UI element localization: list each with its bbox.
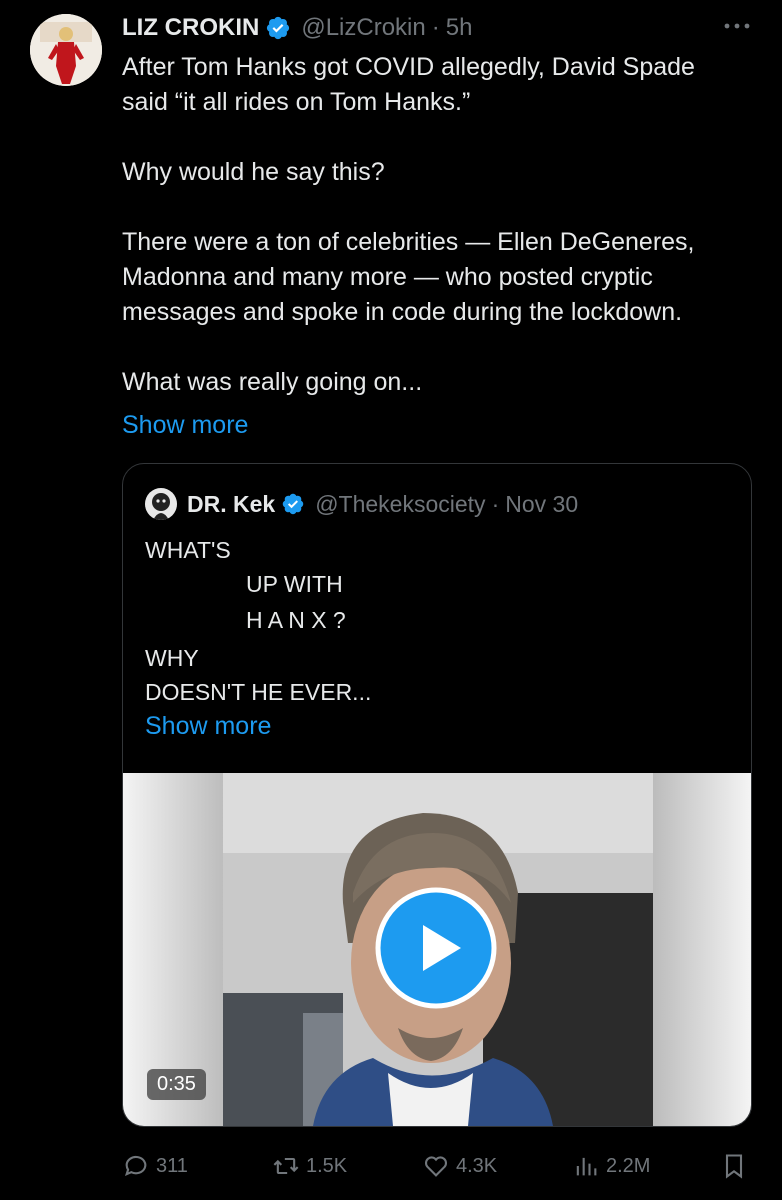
views-icon: [576, 1157, 597, 1176]
dot-separator: ·: [431, 14, 440, 41]
like-icon: [424, 1156, 448, 1177]
reply-button[interactable]: 311: [122, 1148, 188, 1184]
like-count: 4.3K: [456, 1154, 498, 1177]
repost-icon: [273, 1157, 299, 1175]
repost-button[interactable]: 1.5K: [272, 1148, 347, 1184]
video-player[interactable]: 0:35: [123, 773, 751, 1126]
quote-line: H A N X ?: [246, 607, 346, 633]
views-button[interactable]: 2.2M: [572, 1148, 650, 1184]
more-icon[interactable]: [722, 14, 752, 38]
like-button[interactable]: 4.3K: [422, 1148, 497, 1184]
author-name[interactable]: LIZ CROKIN: [122, 14, 259, 42]
bookmark-button[interactable]: [720, 1148, 754, 1184]
dot-separator: ·: [491, 490, 500, 517]
quote-author-handle[interactable]: @Thekeksociety: [315, 491, 485, 518]
verified-icon: [282, 493, 304, 515]
quote-date: Nov 30: [505, 490, 579, 517]
bookmark-icon: [725, 1154, 743, 1179]
tweet-line: After Tom Hanks got COVID allegedly, Dav…: [122, 53, 695, 81]
repost-count: 1.5K: [306, 1154, 348, 1177]
show-more-link[interactable]: Show more: [122, 408, 248, 443]
quote-line: DOESN'T HE EVER...: [145, 679, 372, 705]
video-duration: 0:35: [147, 1069, 206, 1100]
tweet-line: Madonna and many more — who posted crypt…: [122, 263, 653, 291]
verified-icon: [267, 16, 290, 40]
quote-header: DR. Kek @Thekeksociety · Nov 30: [145, 486, 578, 522]
tweet-line: messages and spoke in code during the lo…: [122, 298, 683, 326]
quote-author-name[interactable]: DR. Kek: [187, 491, 275, 518]
tweet-line: What was really going on...: [122, 368, 423, 396]
reply-count: 311: [156, 1154, 188, 1177]
quote-line: UP WITH: [246, 571, 343, 597]
tweet-line: said “it all rides on Tom Hanks.”: [122, 88, 471, 116]
quoted-tweet[interactable]: DR. Kek @Thekeksociety · Nov 30 WHAT'S U…: [122, 463, 752, 1127]
views-count: 2.2M: [606, 1154, 651, 1177]
tweet-header: LIZ CROKIN @LizCrokin · 5h: [122, 10, 472, 46]
tweet-line: Why would he say this?: [122, 158, 385, 186]
quote-avatar[interactable]: [145, 488, 177, 520]
tweet-time[interactable]: 5h: [446, 14, 473, 42]
quote-line: WHAT'S: [145, 537, 231, 563]
play-icon[interactable]: [375, 887, 497, 1009]
reply-icon: [124, 1155, 147, 1177]
action-bar: 311 1.5K 4.3K 2.2M: [122, 1148, 754, 1184]
tweet-line: There were a ton of celebrities — Ellen …: [122, 228, 695, 256]
quote-show-more-link[interactable]: Show more: [145, 712, 271, 741]
quote-line: WHY: [145, 645, 199, 671]
tweet-text: After Tom Hanks got COVID allegedly, Dav…: [122, 50, 742, 400]
author-avatar[interactable]: [30, 14, 102, 86]
author-handle[interactable]: @LizCrokin: [301, 14, 425, 42]
